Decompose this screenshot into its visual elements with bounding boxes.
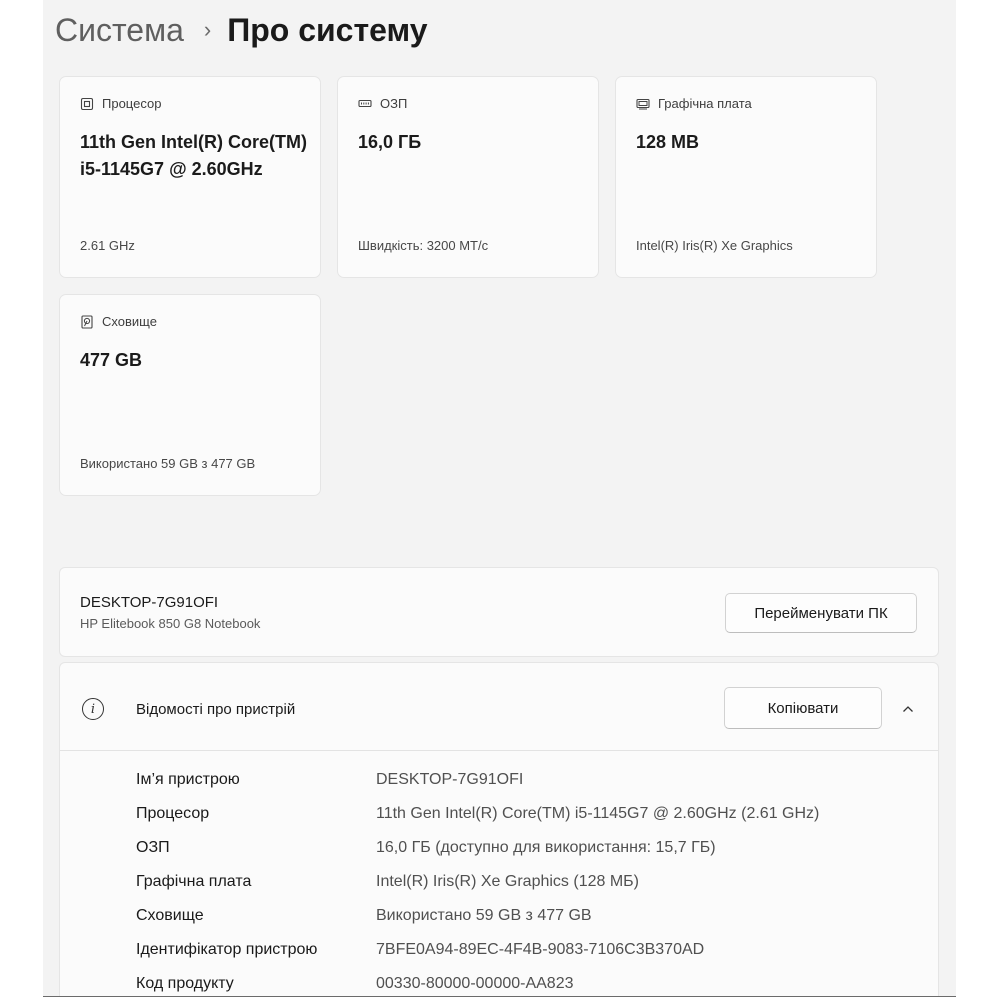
graphics-card-value: 128 MB	[636, 132, 700, 152]
spec-value: 11th Gen Intel(R) Core(TM) i5-1145G7 @ 2…	[376, 805, 820, 822]
spec-value: 16,0 ГБ (доступно для використання: 15,7…	[376, 839, 716, 856]
chevron-up-icon[interactable]	[896, 697, 920, 721]
breadcrumb: Система › Про систему	[55, 8, 428, 52]
processor-card: Процесор 11th Gen Intel(R) Core(TM) i5-1…	[59, 76, 321, 278]
spec-row: Ідентифікатор пристрою 7BFE0A94-89EC-4F4…	[136, 933, 819, 967]
processor-icon	[80, 97, 94, 110]
device-spec-list: Ім’я пристрою DESKTOP-7G91OFI Процесор 1…	[136, 763, 819, 996]
processor-card-label: Процесор	[102, 96, 162, 111]
storage-card-label: Сховище	[102, 314, 157, 329]
ram-card-speed: Швидкість: 3200 МТ/с	[358, 238, 489, 253]
graphics-card-name: Intel(R) Iris(R) Xe Graphics	[636, 238, 793, 253]
device-info-panel: i Відомості про пристрій Копіювати Ім’я …	[59, 662, 939, 996]
settings-window: Система › Про систему Процесор 11th Gen …	[43, 0, 956, 996]
ram-card-label: ОЗП	[380, 96, 408, 111]
graphics-card-icon	[636, 98, 650, 109]
spec-label: Процесор	[136, 805, 210, 822]
device-info-title: Відомості про пристрій	[136, 701, 296, 718]
spec-label: ОЗП	[136, 839, 170, 856]
device-info-header[interactable]: i Відомості про пристрій Копіювати	[60, 663, 938, 751]
rename-pc-button[interactable]: Перейменувати ПК	[725, 593, 917, 633]
spec-value: 00330-80000-00000-AA823	[376, 975, 574, 992]
spec-value: DESKTOP-7G91OFI	[376, 771, 524, 788]
ram-card-value: 16,0 ГБ	[358, 132, 422, 152]
spec-row: Ім’я пристрою DESKTOP-7G91OFI	[136, 763, 819, 797]
spec-row: Код продукту 00330-80000-00000-AA823	[136, 967, 819, 996]
ram-icon	[358, 99, 372, 107]
pc-model: HP Elitebook 850 G8 Notebook	[80, 616, 261, 631]
processor-card-speed: 2.61 GHz	[80, 238, 135, 253]
graphics-card-card: Графічна плата 128 MB Intel(R) Iris(R) X…	[615, 76, 877, 278]
spec-value: Intel(R) Iris(R) Xe Graphics (128 МБ)	[376, 873, 639, 890]
storage-card: Сховище 477 GB Використано 59 GB з 477 G…	[59, 294, 321, 496]
spec-value: 7BFE0A94-89EC-4F4B-9083-7106C3B370AD	[376, 941, 705, 958]
spec-label: Графічна плата	[136, 873, 252, 890]
spec-label: Сховище	[136, 907, 204, 924]
pc-name: DESKTOP-7G91OFI	[80, 594, 219, 611]
spec-row: Процесор 11th Gen Intel(R) Core(TM) i5-1…	[136, 797, 819, 831]
storage-icon	[81, 314, 93, 329]
spec-label: Ідентифікатор пристрою	[136, 941, 318, 958]
spec-row: Графічна плата Intel(R) Iris(R) Xe Graph…	[136, 865, 819, 899]
pc-name-row: DESKTOP-7G91OFI HP Elitebook 850 G8 Note…	[59, 567, 939, 657]
spec-row: ОЗП 16,0 ГБ (доступно для використання: …	[136, 831, 819, 865]
ram-card: ОЗП 16,0 ГБ Швидкість: 3200 МТ/с	[337, 76, 599, 278]
spec-row: Сховище Використано 59 GB з 477 GB	[136, 899, 819, 933]
storage-card-value: 477 GB	[80, 350, 143, 370]
breadcrumb-parent-system[interactable]: Система	[55, 8, 184, 52]
breadcrumb-separator: ›	[203, 17, 212, 42]
spec-label: Код продукту	[136, 975, 234, 992]
page-title: Про систему	[227, 12, 428, 48]
processor-card-value: 11th Gen Intel(R) Core(TM) i5-1145G7 @ 2…	[80, 132, 308, 179]
copy-button[interactable]: Копіювати	[724, 687, 882, 729]
window-bottom-border	[43, 996, 956, 997]
spec-label: Ім’я пристрою	[136, 771, 240, 788]
graphics-card-label: Графічна плата	[658, 96, 752, 111]
info-icon: i	[82, 698, 104, 720]
spec-value: Використано 59 GB з 477 GB	[376, 907, 592, 924]
storage-card-usage: Використано 59 GB з 477 GB	[80, 456, 256, 471]
